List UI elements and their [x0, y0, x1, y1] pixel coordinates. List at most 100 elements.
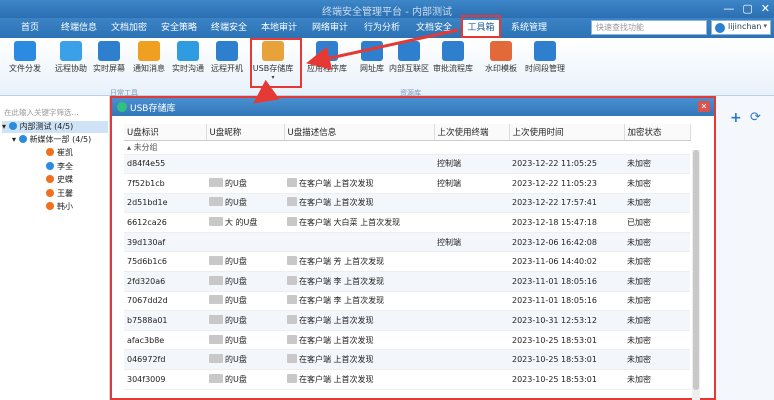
- tool-approval[interactable]: 审批流程库: [432, 40, 474, 82]
- cell-time: 2023-11-01 18:05:16: [509, 271, 624, 292]
- table-row[interactable]: 2fd320a6 的U盘 在客户端 李 上首次发现 2023-11-01 18:05:…: [124, 271, 690, 292]
- tree-filter-input[interactable]: 在此输入关键字筛选...: [4, 107, 108, 119]
- tool-label: 水印模板: [485, 64, 517, 73]
- col-usb-id[interactable]: U盘标识: [124, 124, 207, 141]
- table-row[interactable]: 75d6b1c6 的U盘 在客户端 芳 上首次发现 2023-11-06 14:40:…: [124, 251, 690, 273]
- dialog-close-button[interactable]: ✕: [698, 101, 710, 112]
- group-row[interactable]: ▴ 未分组: [124, 140, 690, 155]
- power-icon: [216, 41, 238, 61]
- tool-label: 内部互联区: [389, 64, 429, 73]
- tool-usb[interactable]: USB存储库 ▾: [252, 40, 294, 82]
- tab-terminal-security[interactable]: 终端安全: [204, 20, 254, 37]
- tab-doc-security[interactable]: 文档安全: [408, 20, 460, 37]
- scrollbar-thumb[interactable]: [693, 150, 699, 390]
- tab-system-management[interactable]: 系统管理: [502, 20, 556, 37]
- table-row[interactable]: 304f3009 的U盘 在客户端 上首次发现 2023-10-25 18:53:01…: [124, 369, 690, 390]
- tool-clock-gear[interactable]: 时间段管理: [524, 40, 566, 82]
- vertical-scrollbar[interactable]: [692, 150, 700, 400]
- tab-toolbox[interactable]: 工具箱: [462, 20, 500, 37]
- cell-id: b7588a01: [124, 310, 206, 331]
- col-last-terminal[interactable]: 上次使用终端: [434, 124, 510, 141]
- tool-watermark[interactable]: 水印模板: [480, 40, 522, 82]
- tool-bell[interactable]: 通知消息: [128, 40, 170, 82]
- table-row[interactable]: 39d130af控制端2023-12-06 16:42:08未加密✖: [124, 232, 690, 253]
- remote-assist-icon: [60, 41, 82, 61]
- col-encryption-status[interactable]: 加密状态: [624, 124, 691, 141]
- cell-desc: 在客户端 芳 上首次发现: [284, 251, 434, 273]
- table-row[interactable]: 7067dd2d 的U盘 在客户端 李 上首次发现 2023-11-01 18:05:…: [124, 291, 690, 312]
- tree-user[interactable]: 李全: [46, 161, 73, 173]
- cell-id: afac3b8e: [124, 330, 206, 351]
- redacted-block: [209, 197, 223, 207]
- table-row[interactable]: b7588a01 的U盘 在客户端 上首次发现 2023-10-31 12:53:12…: [124, 310, 690, 331]
- col-usb-description[interactable]: U盘描述信息: [284, 124, 435, 141]
- table-row[interactable]: d84f4e55控制端2023-12-22 11:05:25未加密✖: [124, 154, 690, 175]
- cell-time: 2023-12-22 11:05:23: [509, 173, 624, 194]
- cell-desc: 在客户端 上首次发现: [284, 330, 434, 351]
- redacted-block: [287, 275, 297, 285]
- table-row[interactable]: 6612ca26 大 的U盘 在客户端 大白菜 上首次发现 2023-12-18 15…: [124, 212, 690, 233]
- col-usb-nickname[interactable]: U盘昵称: [206, 124, 285, 141]
- add-icon[interactable]: +: [730, 110, 742, 126]
- cell-time: 2023-10-31 12:53:12: [509, 310, 624, 331]
- tool-screen[interactable]: 实时屏幕: [88, 40, 130, 82]
- cell-desc: 在客户端 上首次发现: [284, 349, 434, 371]
- tool-web-library[interactable]: 网址库: [351, 40, 393, 82]
- collapse-icon[interactable]: ▾: [2, 122, 6, 131]
- cell-enc: 未加密: [624, 330, 690, 351]
- close-window-button[interactable]: ✕: [761, 2, 770, 15]
- cell-desc: 在客户端 上首次发现: [284, 193, 434, 214]
- tab-behavior-analysis[interactable]: 行为分析: [356, 20, 408, 37]
- tool-paper-plane[interactable]: 文件分发: [4, 40, 46, 82]
- cell-nick: 的U盘: [206, 291, 284, 312]
- cell-term: 控制端: [434, 173, 509, 194]
- table-row[interactable]: 046972fd 的U盘 在客户端 上首次发现 2023-10-25 18:53:01…: [124, 349, 690, 371]
- group-icon: [18, 135, 27, 143]
- collapse-icon[interactable]: ▴: [127, 143, 131, 152]
- cell-enc: 已加密: [624, 212, 690, 233]
- tab-home[interactable]: 首页: [6, 20, 54, 37]
- tab-doc-encryption[interactable]: 文档加密: [104, 20, 154, 37]
- table-row[interactable]: 2d51bd1e 的U盘 在客户端 上首次发现 2023-12-22 17:57:41…: [124, 193, 690, 214]
- tool-chat[interactable]: 实时沟通: [167, 40, 209, 82]
- cell-nick: [206, 154, 284, 175]
- tree-dept[interactable]: ▾ 新媒体一部 (4/5): [12, 134, 91, 146]
- dialog-title-bar: USB存储库 ✕: [112, 98, 714, 116]
- collapse-icon[interactable]: ▾: [12, 135, 16, 144]
- cell-term: [434, 369, 509, 390]
- tree-user[interactable]: 崔凯: [46, 147, 73, 159]
- tab-local-audit[interactable]: 本地审计: [254, 20, 304, 37]
- cell-time: 2023-12-22 17:57:41: [509, 193, 624, 214]
- user-name: lijinchan: [728, 22, 762, 31]
- tab-network-audit[interactable]: 网络审计: [304, 20, 356, 37]
- tree-root[interactable]: ▾ 内部测试 (4/5): [2, 121, 108, 133]
- cell-id: d84f4e55: [124, 154, 206, 175]
- tab-terminal-info[interactable]: 终端信息: [54, 20, 104, 37]
- usb-table: U盘标识 U盘昵称 U盘描述信息 上次使用终端 上次使用时间 加密状态 ▴ 未分…: [124, 124, 691, 390]
- tree-user[interactable]: 王馨: [46, 188, 73, 200]
- maximize-button[interactable]: ▢: [742, 2, 752, 15]
- redacted-block: [287, 197, 297, 207]
- user-status-icon: [46, 161, 54, 170]
- col-last-time[interactable]: 上次使用时间: [509, 124, 625, 141]
- cell-desc: 在客户端 大白菜 上首次发现: [284, 212, 434, 233]
- tool-network[interactable]: 内部互联区: [388, 40, 430, 82]
- redacted-block: [287, 334, 297, 344]
- tab-security-policy[interactable]: 安全策略: [154, 20, 204, 37]
- tool-power[interactable]: 远程开机: [206, 40, 248, 82]
- refresh-icon[interactable]: ⟳: [750, 110, 761, 125]
- minimize-button[interactable]: —: [723, 2, 734, 15]
- tool-label: 远程协助: [55, 64, 87, 73]
- table-row[interactable]: afac3b8e 的U盘 在客户端 上首次发现 2023-10-25 18:53:01…: [124, 330, 690, 351]
- cell-time: 2023-11-01 18:05:16: [509, 291, 624, 312]
- tool-label: USB存储库: [252, 64, 294, 73]
- chevron-down-icon[interactable]: ▾: [252, 74, 294, 81]
- user-menu[interactable]: lijinchan ▾: [711, 20, 771, 35]
- table-row[interactable]: 7f52b1cb 的U盘 在客户端 上首次发现 控制端 2023-12-22 11:05…: [124, 173, 690, 194]
- tool-remote-assist[interactable]: 远程协助: [50, 40, 92, 82]
- cell-nick: 的U盘: [206, 173, 284, 194]
- tree-user[interactable]: 史蝶: [46, 174, 73, 186]
- tree-user[interactable]: 韩小: [46, 201, 73, 213]
- quick-search-input[interactable]: 快速查找功能: [591, 20, 707, 35]
- tool-app-library[interactable]: 应用程序库: [303, 40, 351, 82]
